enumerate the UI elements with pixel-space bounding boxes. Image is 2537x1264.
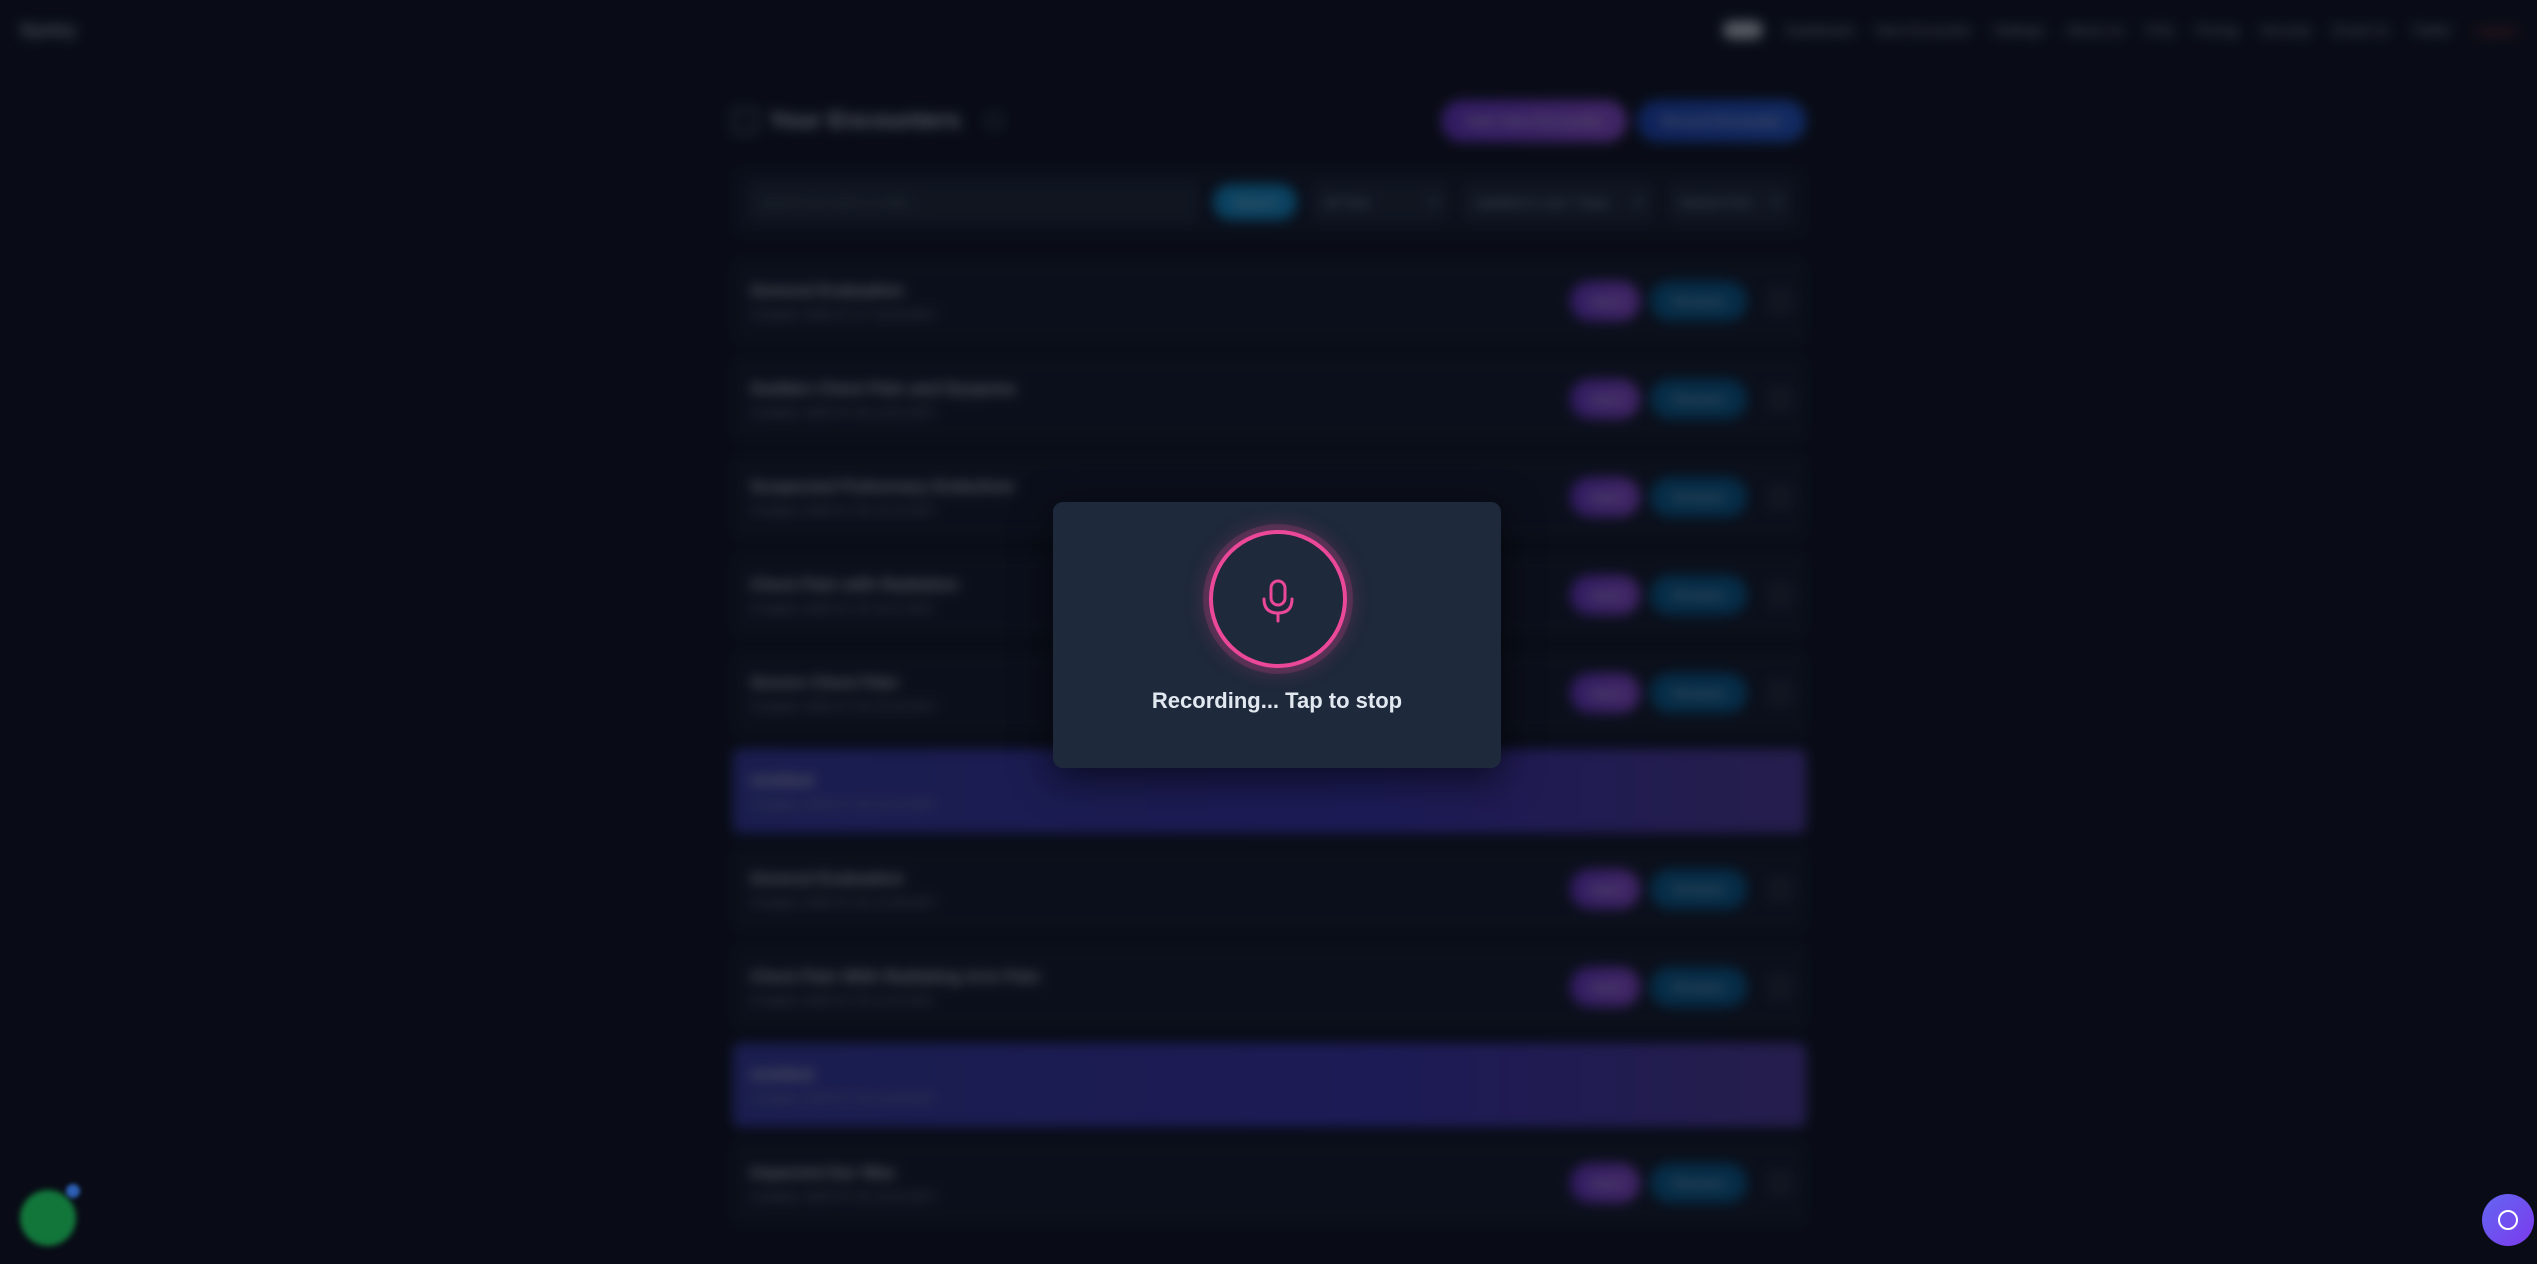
- recording-modal: Recording... Tap to stop: [1053, 502, 1501, 768]
- recording-status-text: Recording... Tap to stop: [1151, 688, 1403, 713]
- notification-badge: [66, 1184, 80, 1198]
- chat-widget-button[interactable]: [20, 1190, 76, 1246]
- stop-recording-button[interactable]: [1209, 530, 1347, 668]
- microphone-icon: [1262, 579, 1294, 623]
- assistant-icon: [2498, 1210, 2518, 1230]
- app-root: Syntry Dashboard New Encounter Settings …: [0, 0, 2537, 1264]
- assistant-button[interactable]: [2482, 1194, 2534, 1246]
